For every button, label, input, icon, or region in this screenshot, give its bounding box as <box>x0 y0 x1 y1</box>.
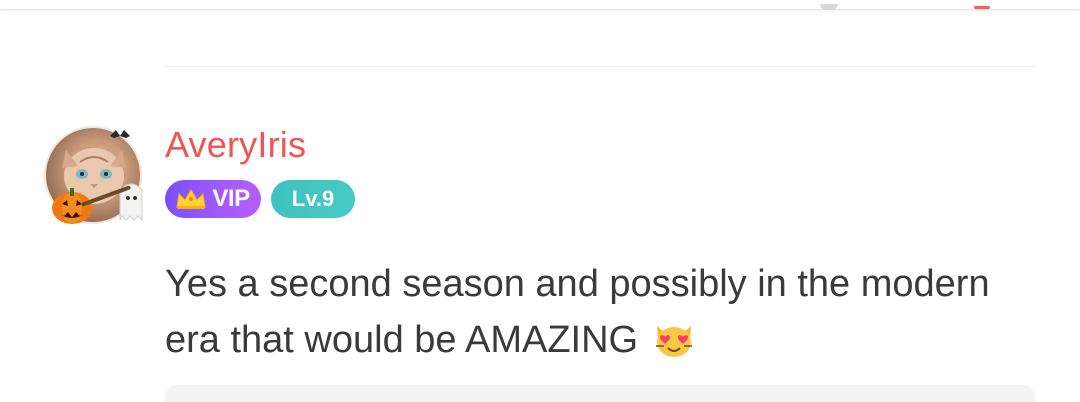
comment-line-2: era that would be AMAZING <box>165 312 1045 368</box>
halloween-frame-icon <box>52 130 143 224</box>
avatar[interactable] <box>44 126 144 226</box>
vip-badge[interactable]: VIP <box>165 180 261 218</box>
divider <box>165 66 1035 67</box>
username[interactable]: AveryIris <box>165 124 306 166</box>
reply-preview-box[interactable] <box>165 385 1035 402</box>
comment-page: AveryIris VIP Lv.9 Yes a second season a… <box>0 0 1080 402</box>
like-icon[interactable] <box>820 4 838 10</box>
more-icon[interactable] <box>974 6 990 9</box>
comment-line-2-text: era that would be AMAZING <box>165 319 639 361</box>
previous-item-edge <box>0 0 1080 10</box>
comment-line-1: Yes a second season and possibly in the … <box>165 263 990 305</box>
level-badge[interactable]: Lv.9 <box>271 180 355 218</box>
crown-icon <box>176 189 206 209</box>
heart-eyes-cat-icon <box>656 326 693 357</box>
vip-label: VIP <box>212 185 250 212</box>
comment-text: Yes a second season and possibly in the … <box>165 256 1045 368</box>
